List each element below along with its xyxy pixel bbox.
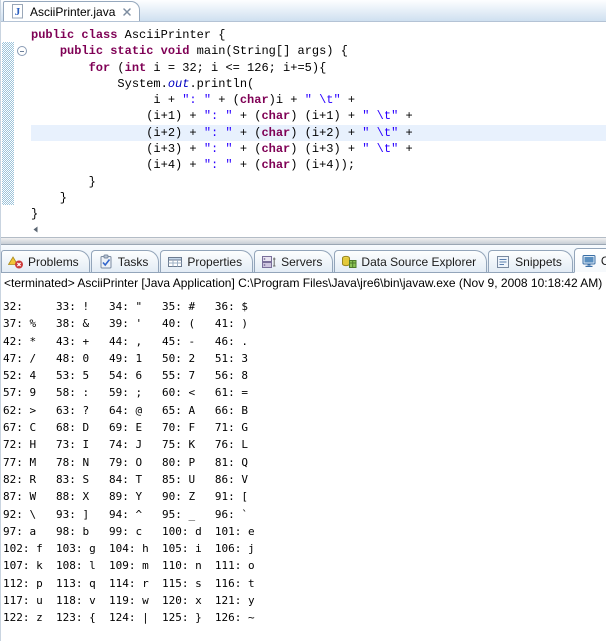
view-tab-label: Servers [281,255,322,269]
servers-icon [261,254,277,270]
console-view: <terminated> AsciiPrinter [Java Applicat… [1,273,606,641]
tasks-icon [98,254,114,270]
editor-tab-bar: J AsciiPrinter.java [1,0,606,22]
code-line[interactable]: (i+3) + ": " + (char) (i+3) + " \t" + [31,141,606,157]
vertical-ruler [2,22,14,237]
java-file-icon: J [9,4,25,20]
code-line[interactable]: (i+4) + ": " + (char) (i+4)); [31,157,606,173]
editor-horizontal-scrollbar[interactable] [31,223,606,235]
code-line[interactable]: i + ": " + (char)i + " \t" + [31,92,606,108]
view-tab-servers[interactable]: Servers [254,250,333,272]
console-output[interactable]: 32: 33: ! 34: " 35: # 36: $ 37: % 38: & … [1,296,606,641]
code-line[interactable]: } [31,206,606,222]
code-line[interactable]: for (int i = 32; i <= 126; i+=5){ [31,60,606,76]
view-tab-data-source-explorer[interactable]: Data Source Explorer [334,250,487,272]
code-line[interactable]: } [31,190,606,206]
svg-text:J: J [14,6,20,18]
console-icon [581,253,597,269]
snippets-icon [495,254,511,270]
console-process-label: <terminated> AsciiPrinter [Java Applicat… [1,273,606,296]
data-source-explorer-icon [341,254,357,270]
editor-tab-close-icon[interactable] [122,7,132,17]
problems-icon [8,254,24,270]
code-line[interactable]: } [31,174,606,190]
view-tab-problems[interactable]: Problems [1,250,90,272]
view-tab-snippets[interactable]: Snippets [488,250,573,272]
eclipse-window: J AsciiPrinter.java public class AsciiPr… [0,0,606,641]
code-line[interactable]: public static void main(String[] args) { [31,43,606,59]
view-tab-label: Data Source Explorer [361,255,476,269]
scroll-left-icon [31,225,40,234]
view-tab-bar: Problems Tasks Properties Servers Data Sourc… [1,245,606,273]
method-range-indicator [2,42,14,205]
view-tab-properties[interactable]: Properties [160,250,253,272]
code-editor: public class AsciiPrinter { public stati… [1,22,606,237]
view-tab-label: Tasks [118,255,149,269]
editor-tab-asciiprinter[interactable]: J AsciiPrinter.java [3,1,140,21]
view-tab-label: Problems [28,255,79,269]
code-line[interactable]: (i+1) + ": " + (char) (i+1) + " \t" + [31,108,606,124]
code-area[interactable]: public class AsciiPrinter { public stati… [31,22,606,223]
code-line[interactable]: System.out.println( [31,76,606,92]
view-tab-label: Snippets [515,255,562,269]
view-tab-tasks[interactable]: Tasks [91,250,160,272]
view-tab-label: Properties [187,255,242,269]
code-line[interactable]: public class AsciiPrinter { [31,27,606,43]
splitter[interactable] [1,237,606,245]
editor-tab-title: AsciiPrinter.java [30,5,115,19]
code-line-current[interactable]: (i+2) + ": " + (char) (i+2) + " \t" + [31,125,606,141]
properties-icon [167,254,183,270]
view-tab-console[interactable]: Console [574,248,606,273]
view-tab-label: Console [601,254,606,268]
folding-column [14,22,31,237]
collapse-icon[interactable] [17,46,27,56]
